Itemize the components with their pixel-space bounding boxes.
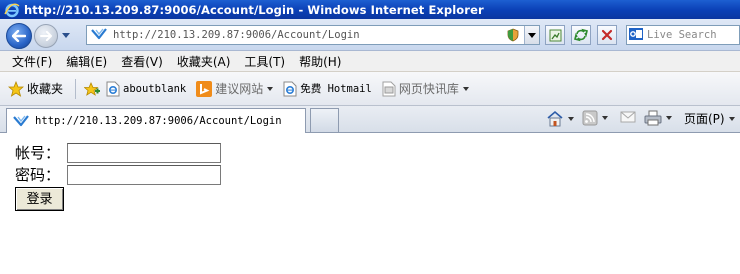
refresh-icon [574,28,588,42]
home-button[interactable] [546,110,574,127]
forward-button[interactable] [34,24,58,48]
site-favicon-icon [13,115,29,127]
print-button[interactable] [644,110,672,126]
favorite-link-aboutblank[interactable]: aboutblank [106,81,186,97]
login-button[interactable]: 登录 [15,187,64,211]
recent-pages-dropdown[interactable] [62,33,70,38]
feed-icon [549,29,561,41]
username-label: 帐号： [15,144,61,162]
favorite-link-suggested-sites[interactable]: 建议网站 [196,80,274,97]
chevron-down-icon[interactable] [267,86,274,91]
chevron-down-icon[interactable] [462,86,469,91]
favorites-button[interactable]: 收藏夹 [8,80,63,97]
menu-file[interactable]: 文件(F) [0,53,59,70]
read-mail-button[interactable] [620,110,636,124]
chevron-down-icon[interactable] [602,116,608,120]
webslice-icon [382,81,396,96]
menu-bar: 文件(F) 编辑(E) 查看(V) 收藏夹(A) 工具(T) 帮助(H) [0,51,740,72]
password-label: 密码： [15,166,61,184]
username-row: 帐号： [15,142,221,163]
favorite-link-hotmail[interactable]: 免费 Hotmail [283,81,372,97]
favorites-bar: 收藏夹 aboutblank 建议网站 免费 Hotmail 网页快讯库 [0,72,740,106]
arrow-right-icon [40,31,52,41]
tab-active[interactable]: http://210.13.209.87:9006/Account/Login [6,108,306,133]
printer-icon [644,110,662,126]
address-url: http://210.13.209.87:9006/Account/Login [113,29,360,41]
arrow-left-icon [12,30,26,42]
menu-favorites[interactable]: 收藏夹(A) [170,53,238,70]
username-input[interactable] [67,142,221,163]
feeds-button[interactable] [582,110,608,126]
chevron-down-icon [728,116,735,121]
favorites-separator [75,78,77,99]
window-title-bar: http://210.13.209.87:9006/Account/Login … [0,0,740,19]
chevron-down-icon[interactable] [666,116,672,120]
mail-icon [620,111,636,123]
bing-icon [196,80,213,97]
back-button[interactable] [6,23,32,49]
new-tab-button[interactable] [310,108,339,132]
address-bar[interactable]: http://210.13.209.87:9006/Account/Login [86,25,540,45]
chevron-down-icon[interactable] [568,116,574,121]
menu-tools[interactable]: 工具(T) [237,53,292,70]
rss-feeds-button[interactable] [545,25,565,45]
page-menu-label: 页面(P) [684,112,725,126]
favorites-label: 收藏夹 [27,82,64,96]
chevron-down-icon [528,32,536,38]
favorite-link-web-slice-gallery[interactable]: 网页快讯库 [382,80,469,97]
add-favorite-icon [84,81,101,96]
page-content: 帐号： 密码： 登录 [0,134,740,274]
site-favicon-icon [91,27,107,43]
favorite-link-label: 建议网站 [215,82,264,96]
add-to-favorites-bar-button[interactable] [84,81,101,97]
search-placeholder: Live Search [647,29,717,41]
ie-page-icon [106,81,120,96]
password-row: 密码： [15,164,221,185]
rss-icon [582,110,598,126]
menu-view[interactable]: 查看(V) [114,53,170,70]
search-box[interactable]: Live Search [626,25,740,45]
navigation-bar: http://210.13.209.87:9006/Account/Login [0,19,740,51]
close-icon [601,29,613,41]
compatibility-view-icon[interactable] [506,28,520,45]
star-icon [8,80,24,97]
password-input[interactable] [67,164,221,185]
refresh-button[interactable] [571,25,591,45]
menu-help[interactable]: 帮助(H) [292,53,348,70]
ie-page-icon [283,81,297,96]
favorite-link-label: aboutblank [123,82,187,95]
home-icon [547,110,563,127]
address-dropdown-button[interactable] [524,26,539,44]
internet-explorer-icon [4,2,20,18]
tab-bar: http://210.13.209.87:9006/Account/Login [0,106,740,133]
stop-button[interactable] [597,25,617,45]
windows-live-icon [629,27,643,44]
favorite-link-label: 网页快讯库 [398,82,459,96]
menu-edit[interactable]: 编辑(E) [59,53,114,70]
window-title: http://210.13.209.87:9006/Account/Login … [24,2,484,17]
tab-title: http://210.13.209.87:9006/Account/Login [35,115,282,127]
page-menu-button[interactable]: 页面(P) [684,110,735,127]
favorite-link-label: 免费 Hotmail [300,83,372,95]
